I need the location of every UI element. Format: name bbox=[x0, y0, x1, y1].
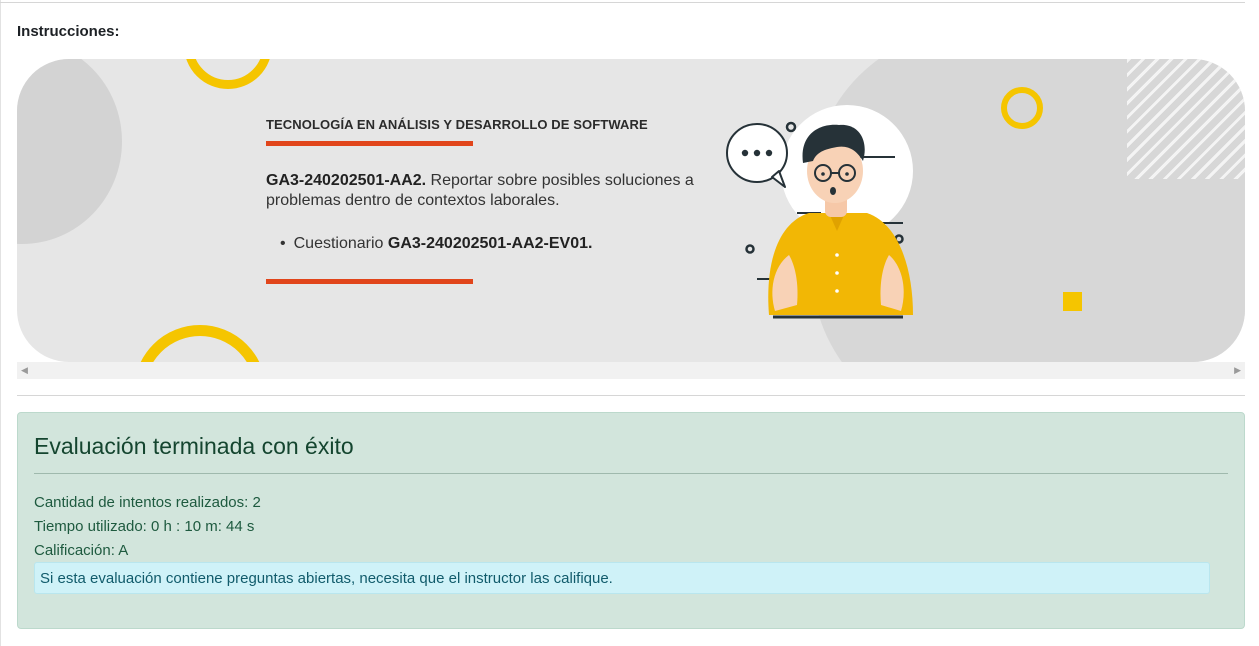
triangle-left-icon[interactable]: ◀ bbox=[21, 365, 28, 376]
decor-stripes bbox=[1127, 59, 1245, 179]
grade: Calificación: A bbox=[34, 542, 129, 559]
title-underline bbox=[266, 141, 473, 146]
decor-ring-top bbox=[184, 59, 272, 89]
activity-list-item: • Cuestionario GA3-240202501-AA2-EV01. bbox=[266, 235, 592, 253]
list-prefix: Cuestionario bbox=[293, 235, 388, 252]
open-questions-notice: Si esta evaluación contiene preguntas ab… bbox=[34, 562, 1210, 594]
instructions-banner-container: TECNOLOGÍA EN ANÁLISIS Y DESARROLLO DE S… bbox=[17, 59, 1245, 379]
list-code: GA3-240202501-AA2-EV01. bbox=[387, 235, 593, 252]
section-divider bbox=[17, 395, 1245, 396]
evaluation-result-panel: Evaluación terminada con éxito Cantidad … bbox=[17, 412, 1245, 629]
page-left-border bbox=[0, 0, 1, 646]
time-used: Tiempo utilizado: 0 h : 10 m: 44 s bbox=[34, 518, 255, 535]
instructions-label: Instrucciones: bbox=[17, 23, 120, 40]
decor-blob-left bbox=[17, 59, 122, 244]
triangle-right-icon[interactable]: ▶ bbox=[1234, 365, 1241, 376]
activity-code: GA3-240202501-AA2. bbox=[266, 172, 427, 189]
activity-description: GA3-240202501-AA2. Reportar sobre posibl… bbox=[266, 171, 706, 211]
attempts-count: Cantidad de intentos realizados: 2 bbox=[34, 494, 261, 511]
bottom-underline bbox=[266, 279, 473, 284]
instructions-banner: TECNOLOGÍA EN ANÁLISIS Y DESARROLLO DE S… bbox=[17, 59, 1245, 362]
top-divider bbox=[0, 2, 1245, 3]
bullet-icon: • bbox=[280, 235, 286, 252]
result-divider bbox=[34, 473, 1228, 474]
result-title: Evaluación terminada con éxito bbox=[34, 433, 354, 459]
thinking-man-illustration bbox=[726, 105, 913, 319]
decor-ring-right bbox=[1001, 87, 1043, 129]
program-title: TECNOLOGÍA EN ANÁLISIS Y DESARROLLO DE S… bbox=[266, 117, 648, 132]
decor-square bbox=[1063, 292, 1082, 311]
decor-ring-bottom bbox=[134, 325, 266, 362]
horizontal-scrollbar[interactable]: ◀ ▶ bbox=[17, 362, 1245, 379]
